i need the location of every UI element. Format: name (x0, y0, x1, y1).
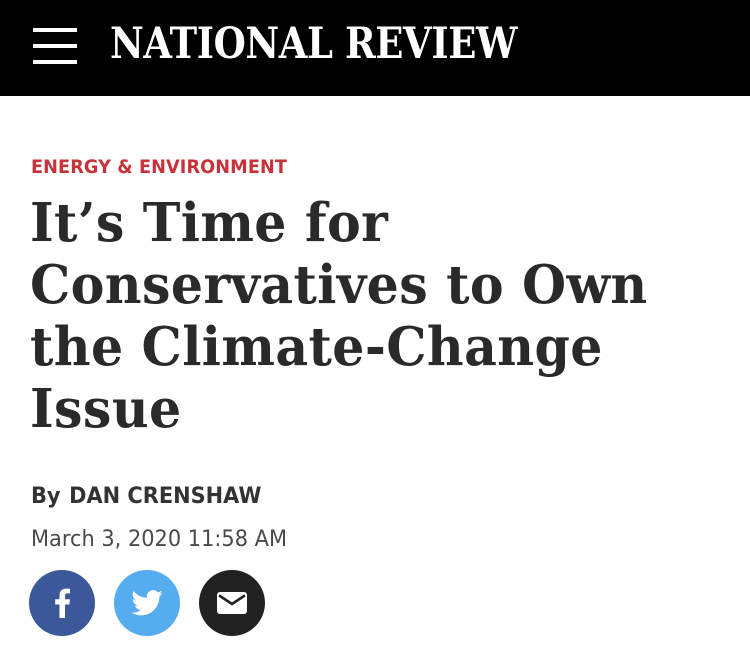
article-category-link[interactable]: ENERGY & ENVIRONMENT (31, 155, 287, 179)
hamburger-menu-icon[interactable] (33, 27, 77, 65)
facebook-icon (55, 588, 70, 618)
twitter-icon (131, 590, 163, 616)
site-logo[interactable]: NATIONAL REVIEW (110, 19, 517, 69)
byline: By DAN CRENSHAW (31, 484, 261, 510)
facebook-share-button[interactable] (29, 570, 95, 636)
menu-line (33, 44, 77, 48)
menu-line (33, 28, 77, 32)
email-share-button[interactable] (199, 570, 265, 636)
site-header: NATIONAL REVIEW (0, 0, 750, 96)
author-link[interactable]: DAN CRENSHAW (69, 484, 261, 509)
byline-prefix: By (31, 484, 61, 509)
envelope-icon (217, 592, 247, 614)
publish-date: March 3, 2020 11:58 AM (31, 527, 287, 552)
article-headline: It’s Time for Conservatives to Own the C… (30, 192, 648, 440)
twitter-share-button[interactable] (114, 570, 180, 636)
menu-line (33, 60, 77, 64)
